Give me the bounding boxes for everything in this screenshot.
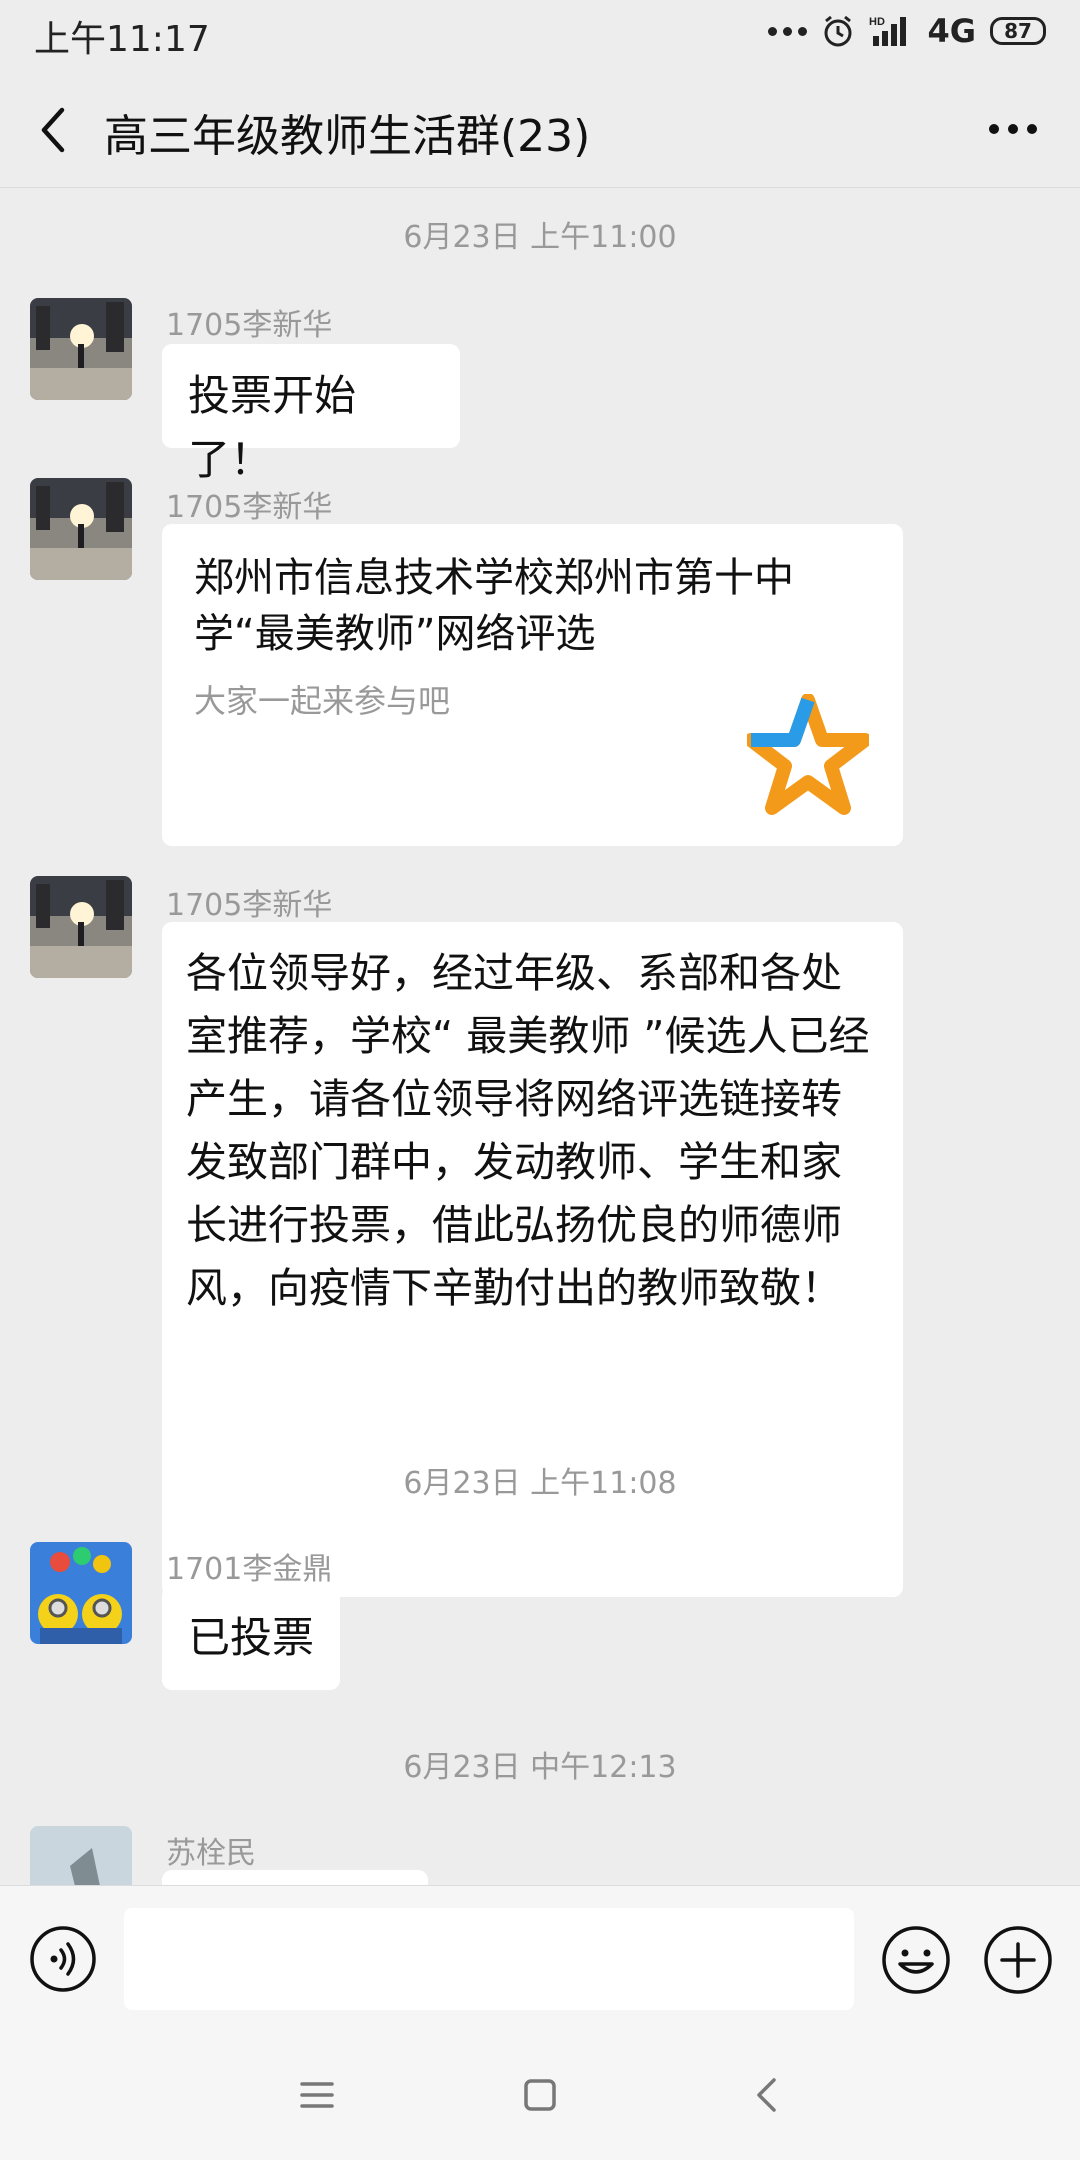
- plus-icon[interactable]: [982, 1924, 1054, 1996]
- avatar[interactable]: [30, 1826, 132, 1885]
- message-bubble[interactable]: 已投票: [162, 1586, 340, 1690]
- message-input[interactable]: [124, 1908, 854, 2010]
- svg-text:HD: HD: [869, 16, 885, 28]
- back-arrow-icon[interactable]: [30, 100, 78, 160]
- signal-icon: HD: [869, 16, 907, 46]
- emoji-icon[interactable]: [880, 1924, 952, 1996]
- system-navigation: [0, 2030, 1080, 2160]
- avatar[interactable]: [30, 478, 132, 580]
- chat-title: 高三年级教师生活群(23): [104, 111, 591, 162]
- back-icon[interactable]: [742, 2070, 792, 2120]
- sender-name: 1705李新华: [166, 490, 333, 525]
- sender-name: 1705李新华: [166, 308, 333, 343]
- star-logo-icon: [747, 694, 869, 815]
- sender-name: 1701李金鼎: [166, 1552, 333, 1587]
- card-title: 郑州市信息技术学校郑州市第十中学“最美教师”网络评选: [194, 555, 794, 657]
- menu-icon[interactable]: [292, 2070, 342, 2120]
- avatar[interactable]: [30, 876, 132, 978]
- alarm-icon: [824, 15, 852, 47]
- home-icon[interactable]: [515, 2070, 565, 2120]
- link-card[interactable]: 郑州市信息技术学校郑州市第十中学“最美教师”网络评选 大家一起来参与吧: [162, 524, 903, 846]
- avatar[interactable]: [30, 298, 132, 400]
- more-icon[interactable]: [986, 114, 1040, 144]
- battery-level: 87: [1004, 19, 1032, 43]
- input-bar: [0, 1885, 1080, 2030]
- timestamp: 6月23日 中午12:13: [403, 1750, 677, 1785]
- timestamp: 6月23日 上午11:00: [403, 220, 677, 255]
- avatar[interactable]: [30, 1542, 132, 1644]
- sender-name: 苏栓民: [166, 1836, 256, 1871]
- chat-header: 高三年级教师生活群(23): [0, 70, 1080, 188]
- status-icons: HD 4G 87: [768, 12, 1046, 50]
- status-bar: 上午11:17 HD 4G 87: [0, 0, 1080, 70]
- status-time: 上午11:17: [34, 19, 210, 60]
- more-dots-icon: [768, 26, 808, 36]
- timestamp: 6月23日 上午11:08: [403, 1466, 677, 1501]
- network-type: 4G: [927, 12, 976, 50]
- sender-name: 1705李新华: [166, 888, 333, 923]
- battery-icon: 87: [990, 17, 1046, 45]
- voice-icon[interactable]: [28, 1924, 98, 1994]
- message-bubble[interactable]: [162, 1870, 428, 1885]
- message-list[interactable]: 6月23日 上午11:00 1705李新华 投票开始了！ 1705李新华 郑州市…: [0, 188, 1080, 1885]
- message-bubble[interactable]: 投票开始了！: [162, 344, 460, 484]
